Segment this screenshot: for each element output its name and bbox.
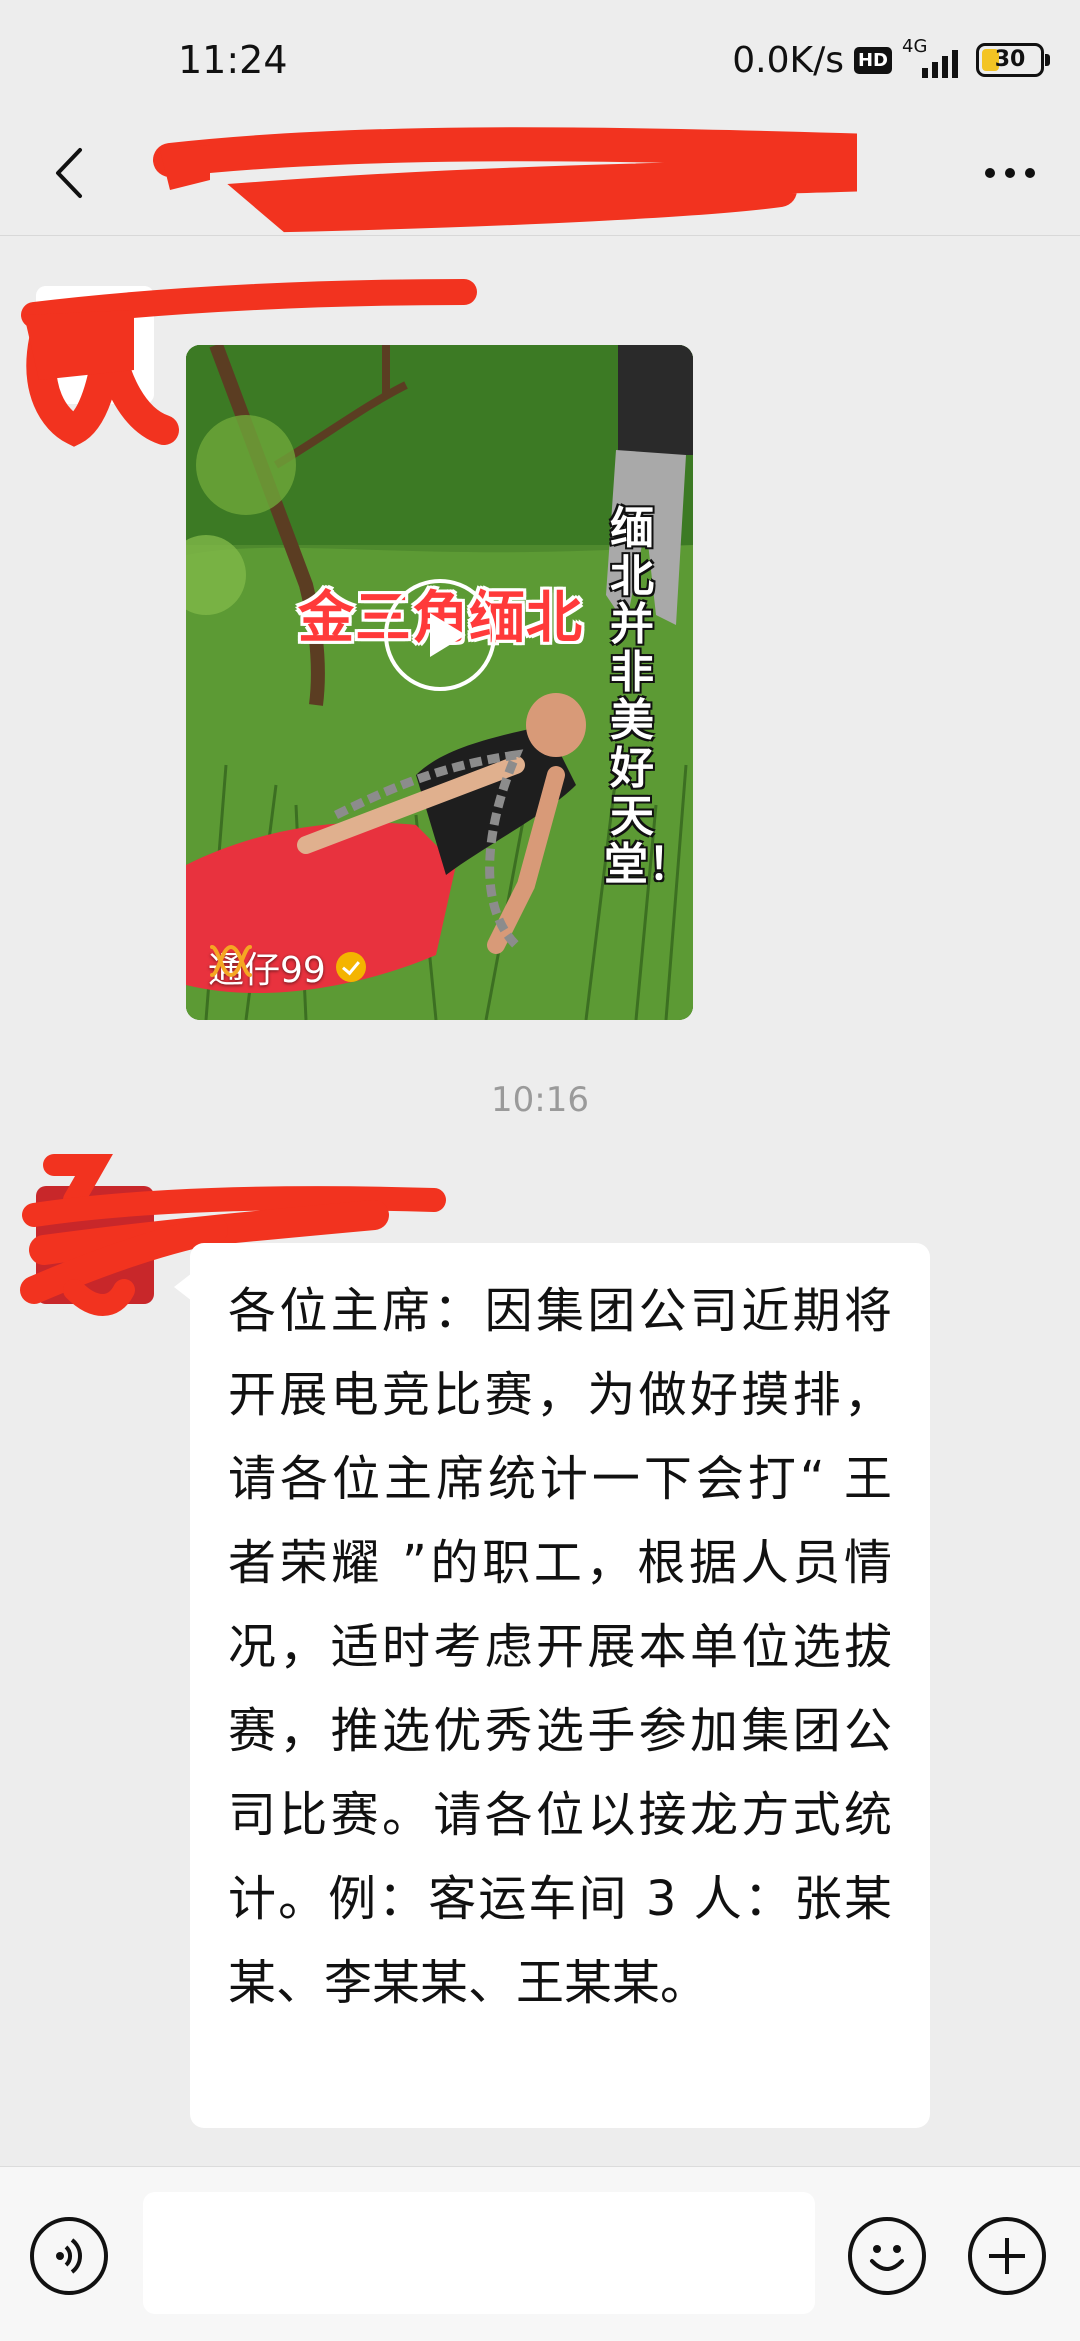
battery-level: 30	[994, 47, 1026, 72]
message-timestamp: 10:16	[491, 1080, 589, 1120]
emoji-icon	[870, 2245, 904, 2271]
message-input[interactable]	[143, 2192, 815, 2314]
status-bar: 11:24 0.0K/s HD 4G 30	[0, 0, 1080, 120]
input-bar	[0, 2166, 1080, 2341]
signal-icon: 4G	[902, 36, 966, 80]
redaction-mark	[153, 127, 857, 233]
video-overlay-vertical-text: 缅北并非美好天堂！	[604, 503, 692, 890]
chevron-left-icon	[56, 148, 82, 198]
video-message-card[interactable]: 金三角缅北 缅北并非美好天堂！ 通仔99	[186, 345, 693, 1020]
back-button[interactable]	[38, 138, 108, 208]
voice-icon	[56, 2238, 82, 2274]
more-dots-icon	[985, 168, 995, 178]
status-time: 11:24	[178, 38, 288, 82]
voice-button[interactable]	[30, 2217, 108, 2295]
verified-badge-icon	[335, 952, 366, 982]
network-speed: 0.0K/s	[732, 39, 844, 81]
battery-icon: 30	[976, 43, 1050, 77]
message-bubble[interactable]: 各位主席：因集团公司近期将开展电竞比赛，为做好摸排，请各位主席统计一下会打“ 王…	[174, 1243, 930, 2128]
message-text: 各位主席：因集团公司近期将开展电竞比赛，为做好摸排，请各位主席统计一下会打“ 王…	[228, 1283, 892, 2011]
play-icon[interactable]	[384, 579, 496, 691]
status-indicators: 0.0K/s HD 4G 30	[732, 36, 1050, 84]
channels-logo-icon	[210, 944, 252, 978]
more-button[interactable]	[970, 138, 1050, 208]
plus-icon[interactable]	[968, 2217, 1046, 2295]
hd-badge: HD	[853, 46, 892, 74]
emoji-button[interactable]	[848, 2217, 926, 2295]
video-author: 通仔99	[208, 941, 366, 993]
